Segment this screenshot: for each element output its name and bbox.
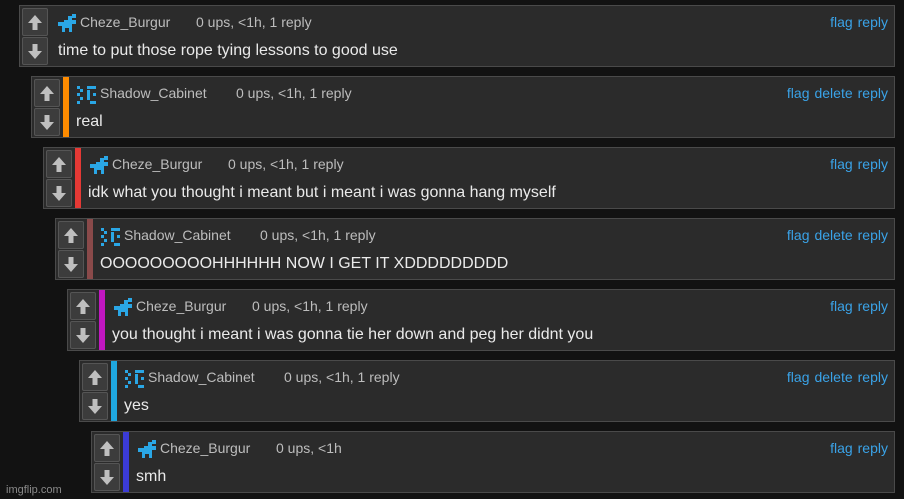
upvote-button[interactable]: [34, 79, 60, 107]
comment-actions: flag delete reply: [782, 368, 888, 386]
upvote-button[interactable]: [58, 221, 84, 249]
downvote-button[interactable]: [22, 37, 48, 65]
downvote-button[interactable]: [46, 179, 72, 207]
comment-text: yes: [124, 397, 149, 414]
username-link[interactable]: Cheze_Burgur: [80, 13, 170, 31]
comment-actions: flag reply: [825, 155, 888, 173]
cheze-avatar-icon[interactable]: [136, 440, 158, 462]
vote-controls: [20, 6, 50, 66]
cheze-avatar-icon[interactable]: [56, 14, 78, 36]
comment-actions: flag delete reply: [782, 226, 888, 244]
thread-depth-bar: [111, 361, 117, 421]
flag-link[interactable]: flag: [787, 369, 810, 385]
vote-controls: [92, 432, 122, 492]
username-link[interactable]: Shadow_Cabinet: [100, 84, 207, 102]
upvote-button[interactable]: [22, 8, 48, 36]
comment-text: OOOOOOOOOHHHHHH NOW I GET IT XDDDDDDDDD: [100, 255, 509, 272]
delete-link[interactable]: delete: [814, 85, 852, 101]
comment-header: Cheze_Burgur 0 ups, <1h flag reply: [136, 439, 888, 459]
delete-link[interactable]: delete: [814, 369, 852, 385]
comment-header: Cheze_Burgur 0 ups, <1h, 1 reply flag reply: [88, 155, 888, 175]
reply-link[interactable]: reply: [858, 85, 888, 101]
downvote-button[interactable]: [94, 463, 120, 491]
flag-link[interactable]: flag: [830, 156, 853, 172]
comment-header: Cheze_Burgur 0 ups, <1h, 1 reply flag reply: [56, 13, 888, 33]
comment-header: Cheze_Burgur 0 ups, <1h, 1 reply flag reply: [112, 297, 888, 317]
upvote-button[interactable]: [82, 363, 108, 391]
username-link[interactable]: Shadow_Cabinet: [124, 226, 231, 244]
upvote-button[interactable]: [94, 434, 120, 462]
reply-link[interactable]: reply: [858, 369, 888, 385]
comment: Cheze_Burgur 0 ups, <1h flag reply smh: [91, 431, 895, 493]
flag-link[interactable]: flag: [787, 227, 810, 243]
comment-meta: 0 ups, <1h, 1 reply: [284, 369, 400, 385]
downvote-button[interactable]: [34, 108, 60, 136]
username-link[interactable]: Cheze_Burgur: [112, 155, 202, 173]
comment-actions: flag reply: [825, 297, 888, 315]
comment-meta: 0 ups, <1h: [276, 440, 342, 456]
comment-actions: flag reply: [825, 13, 888, 31]
username-link[interactable]: Cheze_Burgur: [160, 439, 250, 457]
reply-link[interactable]: reply: [858, 298, 888, 314]
comment: Shadow_Cabinet 0 ups, <1h, 1 reply flag del…: [31, 76, 895, 138]
reply-link[interactable]: reply: [858, 14, 888, 30]
comment-text: smh: [136, 468, 167, 485]
comment-header: Shadow_Cabinet 0 ups, <1h, 1 reply flag del…: [124, 368, 888, 388]
comment-text: time to put those rope tying lessons to …: [58, 42, 398, 59]
upvote-button[interactable]: [70, 292, 96, 320]
thread-depth-bar: [123, 432, 129, 492]
shadow-avatar-icon[interactable]: [124, 369, 146, 393]
flag-link[interactable]: flag: [787, 85, 810, 101]
thread-depth-bar: [63, 77, 69, 137]
cheze-avatar-icon[interactable]: [88, 156, 110, 178]
comment: Shadow_Cabinet 0 ups, <1h, 1 reply flag del…: [55, 218, 895, 280]
shadow-avatar-icon[interactable]: [100, 227, 122, 251]
downvote-button[interactable]: [82, 392, 108, 420]
thread-depth-bar: [99, 290, 105, 350]
shadow-avatar-icon[interactable]: [76, 85, 98, 109]
vote-controls: [32, 77, 62, 137]
comment-text: idk what you thought i meant but i meant…: [88, 184, 556, 201]
upvote-button[interactable]: [46, 150, 72, 178]
comment-actions: flag delete reply: [782, 84, 888, 102]
comment-text: you thought i meant i was gonna tie her …: [112, 326, 594, 343]
vote-controls: [68, 290, 98, 350]
delete-link[interactable]: delete: [814, 227, 852, 243]
imgflip-watermark: imgflip.com: [6, 484, 62, 496]
cheze-avatar-icon[interactable]: [112, 298, 134, 320]
flag-link[interactable]: flag: [830, 14, 853, 30]
downvote-button[interactable]: [58, 250, 84, 278]
reply-link[interactable]: reply: [858, 156, 888, 172]
comment-meta: 0 ups, <1h, 1 reply: [252, 298, 368, 314]
reply-link[interactable]: reply: [858, 440, 888, 456]
comment-actions: flag reply: [825, 439, 888, 457]
comment: Cheze_Burgur 0 ups, <1h, 1 reply flag reply…: [43, 147, 895, 209]
comment-header: Shadow_Cabinet 0 ups, <1h, 1 reply flag del…: [100, 226, 888, 246]
comment-text: real: [76, 113, 103, 130]
flag-link[interactable]: flag: [830, 440, 853, 456]
thread-depth-bar: [75, 148, 81, 208]
downvote-button[interactable]: [70, 321, 96, 349]
comment-meta: 0 ups, <1h, 1 reply: [228, 156, 344, 172]
comment-header: Shadow_Cabinet 0 ups, <1h, 1 reply flag del…: [76, 84, 888, 104]
username-link[interactable]: Shadow_Cabinet: [148, 368, 255, 386]
reply-link[interactable]: reply: [858, 227, 888, 243]
comment: Cheze_Burgur 0 ups, <1h, 1 reply flag reply…: [19, 5, 895, 67]
username-link[interactable]: Cheze_Burgur: [136, 297, 226, 315]
comment-meta: 0 ups, <1h, 1 reply: [196, 14, 312, 30]
thread-depth-bar: [87, 219, 93, 279]
comment-meta: 0 ups, <1h, 1 reply: [236, 85, 352, 101]
vote-controls: [56, 219, 86, 279]
comment: Cheze_Burgur 0 ups, <1h, 1 reply flag reply…: [67, 289, 895, 351]
flag-link[interactable]: flag: [830, 298, 853, 314]
vote-controls: [80, 361, 110, 421]
comment-meta: 0 ups, <1h, 1 reply: [260, 227, 376, 243]
vote-controls: [44, 148, 74, 208]
comment: Shadow_Cabinet 0 ups, <1h, 1 reply flag del…: [79, 360, 895, 422]
